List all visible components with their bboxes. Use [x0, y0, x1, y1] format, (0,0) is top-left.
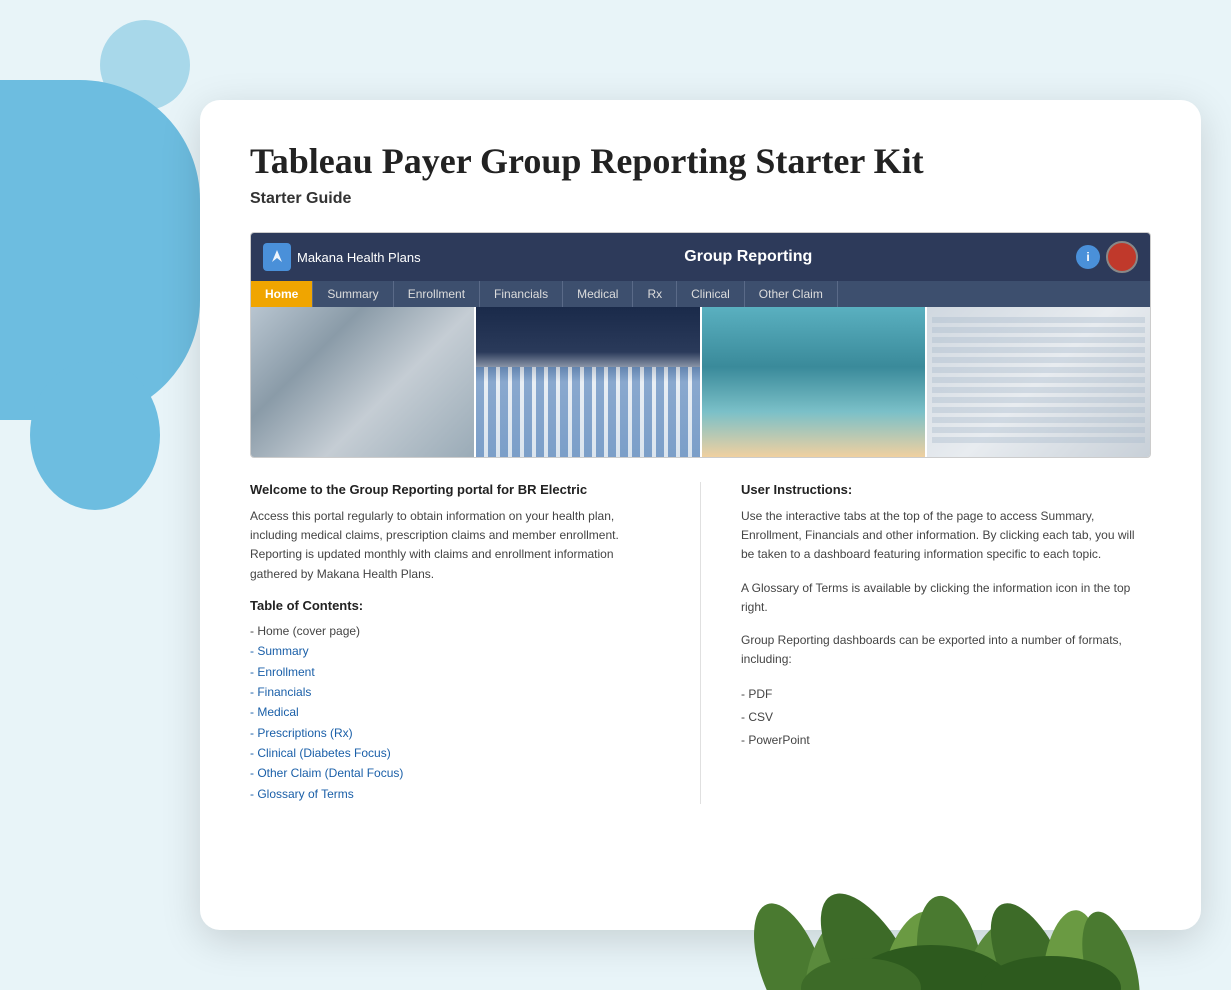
content-left: Welcome to the Group Reporting portal fo… [250, 482, 660, 804]
toc-item-glossary[interactable]: - Glossary of Terms [250, 784, 660, 804]
export-powerpoint: - PowerPoint [741, 729, 1151, 752]
page-subtitle: Starter Guide [250, 190, 1151, 208]
dashboard-title: Group Reporting [431, 248, 1066, 266]
nav-tab-home[interactable]: Home [251, 281, 313, 307]
vertical-divider [700, 482, 701, 804]
nav-tab-clinical[interactable]: Clinical [677, 281, 745, 307]
content-right: User Instructions: Use the interactive t… [741, 482, 1151, 804]
welcome-body: Access this portal regularly to obtain i… [250, 507, 660, 584]
toc-item-financials[interactable]: - Financials [250, 682, 660, 702]
export-csv: - CSV [741, 706, 1151, 729]
toc-item-other-claim[interactable]: - Other Claim (Dental Focus) [250, 763, 660, 783]
nav-tab-summary[interactable]: Summary [313, 281, 393, 307]
hero-image-3 [702, 307, 927, 457]
toc-item-medical[interactable]: - Medical [250, 702, 660, 722]
info-icon[interactable]: i [1076, 245, 1100, 269]
toc-item-prescriptions[interactable]: - Prescriptions (Rx) [250, 723, 660, 743]
instructions-body1: Use the interactive tabs at the top of t… [741, 507, 1151, 565]
welcome-heading: Welcome to the Group Reporting portal fo… [250, 482, 660, 497]
export-list: - PDF - CSV - PowerPoint [741, 683, 1151, 751]
dashboard-images [251, 307, 1150, 457]
user-avatar [1106, 241, 1138, 273]
toc-item-summary[interactable]: - Summary [250, 641, 660, 661]
nav-tab-medical[interactable]: Medical [563, 281, 633, 307]
instructions-body3: Group Reporting dashboards can be export… [741, 631, 1151, 669]
hero-image-4 [927, 307, 1150, 457]
nav-tab-enrollment[interactable]: Enrollment [394, 281, 480, 307]
nav-tab-other-claim[interactable]: Other Claim [745, 281, 838, 307]
export-pdf: - PDF [741, 683, 1151, 706]
toc-heading: Table of Contents: [250, 598, 660, 613]
main-card: Tableau Payer Group Reporting Starter Ki… [200, 100, 1201, 930]
makana-logo-icon [263, 243, 291, 271]
dashboard-logo: Makana Health Plans [263, 243, 421, 271]
toc-item-enrollment[interactable]: - Enrollment [250, 662, 660, 682]
logo-text: Makana Health Plans [297, 250, 421, 265]
toc-list: - Home (cover page) - Summary - Enrollme… [250, 621, 660, 805]
hero-image-1 [251, 307, 476, 457]
nav-tab-financials[interactable]: Financials [480, 281, 563, 307]
nav-tab-rx[interactable]: Rx [633, 281, 677, 307]
hero-image-2 [476, 307, 701, 457]
instructions-heading: User Instructions: [741, 482, 1151, 497]
toc-item-clinical[interactable]: - Clinical (Diabetes Focus) [250, 743, 660, 763]
instructions-body2: A Glossary of Terms is available by clic… [741, 579, 1151, 617]
dashboard-header: Makana Health Plans Group Reporting i [251, 233, 1150, 281]
decorative-blob-left-bottom [30, 360, 160, 510]
page-title: Tableau Payer Group Reporting Starter Ki… [250, 140, 1151, 182]
dashboard-icons: i [1076, 241, 1138, 273]
dashboard-nav: Home Summary Enrollment Financials Medic… [251, 281, 1150, 307]
dashboard-mockup: Makana Health Plans Group Reporting i Ho… [250, 232, 1151, 458]
content-area: Welcome to the Group Reporting portal fo… [250, 482, 1151, 804]
decorative-grass [731, 870, 1151, 990]
toc-item-home: - Home (cover page) [250, 621, 660, 641]
